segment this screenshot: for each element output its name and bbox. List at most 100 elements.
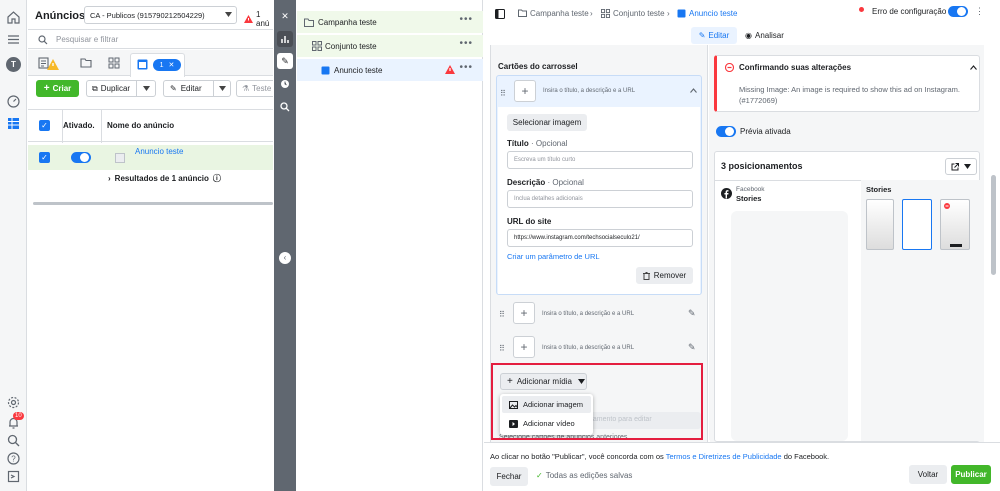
- table-icon[interactable]: [6, 116, 21, 131]
- story-thumb-3[interactable]: [940, 199, 970, 250]
- more-icon[interactable]: •••: [459, 62, 473, 73]
- settings-icon[interactable]: [6, 395, 21, 410]
- card-summary: Insira o título, a descrição e a URL: [542, 311, 635, 317]
- more-icon[interactable]: •••: [459, 14, 473, 25]
- fb-label: Facebook: [736, 186, 765, 193]
- test-button[interactable]: ⚗ Teste: [236, 80, 273, 97]
- card-summary: Insira o título, a descrição e a URL: [542, 345, 635, 351]
- close-button[interactable]: Fechar: [490, 467, 528, 486]
- breadcrumb: Campanha teste › Conjunto teste › Anunci…: [484, 0, 1000, 28]
- tree-ad[interactable]: Anuncio teste •••: [297, 59, 483, 81]
- pencil-icon[interactable]: ✎: [277, 53, 293, 69]
- carousel-card-2[interactable]: ⠿ + Insira o título, a descrição e a URL…: [496, 299, 702, 329]
- placements-title: 3 posicionamentos: [721, 161, 803, 171]
- select-image-button[interactable]: Selecionar imagem: [507, 114, 587, 131]
- search-bar[interactable]: Pesquisar e filtrar: [28, 29, 273, 49]
- active-toggle[interactable]: [71, 152, 91, 163]
- panel-toggle-icon[interactable]: [495, 9, 505, 19]
- edit-button[interactable]: ✎ Editar: [163, 80, 213, 97]
- zoom-icon[interactable]: [277, 99, 293, 115]
- carousel-card-1[interactable]: ⠿ + Insira o título, a descrição e a URL…: [496, 75, 702, 295]
- row-checkbox[interactable]: ✓: [39, 152, 50, 163]
- dashboard-icon[interactable]: [6, 94, 21, 109]
- report-icon[interactable]: [6, 469, 21, 484]
- add-media-icon[interactable]: +: [513, 302, 535, 324]
- horizontal-scrollbar[interactable]: [33, 202, 273, 205]
- collapse-icon[interactable]: ‹: [279, 252, 291, 264]
- url-param-link[interactable]: Criar um parâmetro de URL: [507, 252, 600, 261]
- crumb-adset[interactable]: Conjunto teste: [613, 9, 665, 18]
- duplicate-button[interactable]: ⧉ Duplicar: [86, 80, 136, 97]
- pencil-icon: ✎: [698, 31, 706, 40]
- col-active[interactable]: Ativado.: [63, 121, 95, 130]
- ads-manager-panel: Anúncios CA - Publicos (915790212504229)…: [28, 0, 273, 491]
- tree-campaign[interactable]: Campanha teste •••: [297, 11, 483, 33]
- story-thumb-2[interactable]: [902, 199, 932, 250]
- crumb-ad[interactable]: Anuncio teste: [689, 9, 737, 18]
- col-ad-name[interactable]: Nome do anúncio: [107, 121, 174, 130]
- chevron-up-icon[interactable]: [970, 65, 977, 70]
- card-summary: Insira o título, a descrição e a URL: [543, 88, 636, 94]
- help-icon[interactable]: ?: [6, 451, 21, 466]
- add-media-icon[interactable]: +: [514, 80, 536, 102]
- preview-scrollbar[interactable]: [991, 175, 996, 275]
- tab-campaigns[interactable]: [38, 56, 59, 70]
- tab-grid[interactable]: [108, 57, 120, 69]
- carousel-card-3[interactable]: ⠿ + Insira o título, a descrição e a URL…: [496, 333, 702, 363]
- results-summary[interactable]: › Resultados de 1 anúncio ⓘ: [108, 173, 221, 184]
- config-toggle[interactable]: [948, 6, 968, 17]
- facebook-stories-preview[interactable]: Facebook Stories: [721, 186, 861, 441]
- search-input[interactable]: Pesquisar e filtrar: [56, 35, 118, 44]
- url-input[interactable]: https://www.instagram.com/techsocialsecu…: [507, 229, 693, 247]
- back-button[interactable]: Voltar: [909, 465, 947, 484]
- chevron-right-icon: ›: [667, 9, 670, 18]
- home-icon[interactable]: [6, 10, 21, 25]
- pencil-icon[interactable]: ✎: [688, 308, 696, 319]
- highlight-box: [491, 363, 703, 440]
- add-media-icon[interactable]: +: [513, 336, 535, 358]
- ad-name-link[interactable]: Anuncio teste: [135, 147, 183, 156]
- create-button[interactable]: + Criar: [36, 80, 79, 97]
- drag-handle-icon[interactable]: ⠿: [499, 310, 505, 319]
- tab-ads[interactable]: 1 ✕: [130, 53, 185, 77]
- fb-stories-label: Stories: [736, 194, 762, 203]
- grid-icon: [601, 9, 610, 18]
- warning-indicator[interactable]: 1 anú: [244, 10, 273, 28]
- open-preview-button[interactable]: [945, 158, 977, 175]
- publish-button[interactable]: Publicar: [951, 465, 991, 484]
- clock-icon[interactable]: [277, 76, 293, 92]
- remove-button[interactable]: Remover: [636, 267, 693, 284]
- save-status: ✓ Todas as edições salvas: [536, 471, 633, 480]
- selection-chip[interactable]: 1 ✕: [153, 59, 181, 71]
- preview-toggle[interactable]: [716, 126, 736, 137]
- more-vertical-icon[interactable]: ⋮: [975, 6, 984, 17]
- eye-icon: ◉: [745, 31, 752, 40]
- drag-handle-icon[interactable]: ⠿: [500, 89, 506, 98]
- avatar[interactable]: T: [6, 57, 21, 72]
- more-icon[interactable]: •••: [459, 38, 473, 49]
- close-icon[interactable]: ✕: [169, 61, 175, 69]
- duplicate-dropdown[interactable]: [136, 80, 156, 97]
- tab-edit[interactable]: ✎ Editar: [691, 27, 737, 44]
- crumb-campaign[interactable]: Campanha teste: [530, 9, 589, 18]
- select-all-checkbox[interactable]: ✓: [39, 120, 50, 131]
- tab-analyze[interactable]: ◉ Analisar: [745, 27, 784, 44]
- chart-icon[interactable]: [277, 31, 293, 47]
- chevron-up-icon[interactable]: [690, 88, 697, 93]
- table-row[interactable]: ✓ Anuncio teste: [28, 145, 273, 170]
- edit-dropdown[interactable]: [213, 80, 231, 97]
- account-selector[interactable]: CA - Publicos (915790212504229): [84, 6, 237, 24]
- story-thumb-1[interactable]: [866, 199, 894, 250]
- tree-adset[interactable]: Conjunto teste •••: [297, 35, 483, 57]
- search-icon[interactable]: [6, 433, 21, 448]
- facebook-icon: [721, 188, 732, 199]
- caret-down-icon: [225, 12, 232, 17]
- pencil-icon[interactable]: ✎: [688, 342, 696, 353]
- desc-input[interactable]: Inclua detalhes adicionais: [507, 190, 693, 208]
- tab-adsets[interactable]: [80, 57, 92, 68]
- menu-icon[interactable]: [6, 32, 21, 47]
- title-input[interactable]: Escreva um título curto: [507, 151, 693, 169]
- terms-link[interactable]: Termos e Diretrizes de Publicidade: [666, 452, 782, 461]
- drag-handle-icon[interactable]: ⠿: [499, 344, 505, 353]
- close-icon[interactable]: ✕: [277, 8, 293, 24]
